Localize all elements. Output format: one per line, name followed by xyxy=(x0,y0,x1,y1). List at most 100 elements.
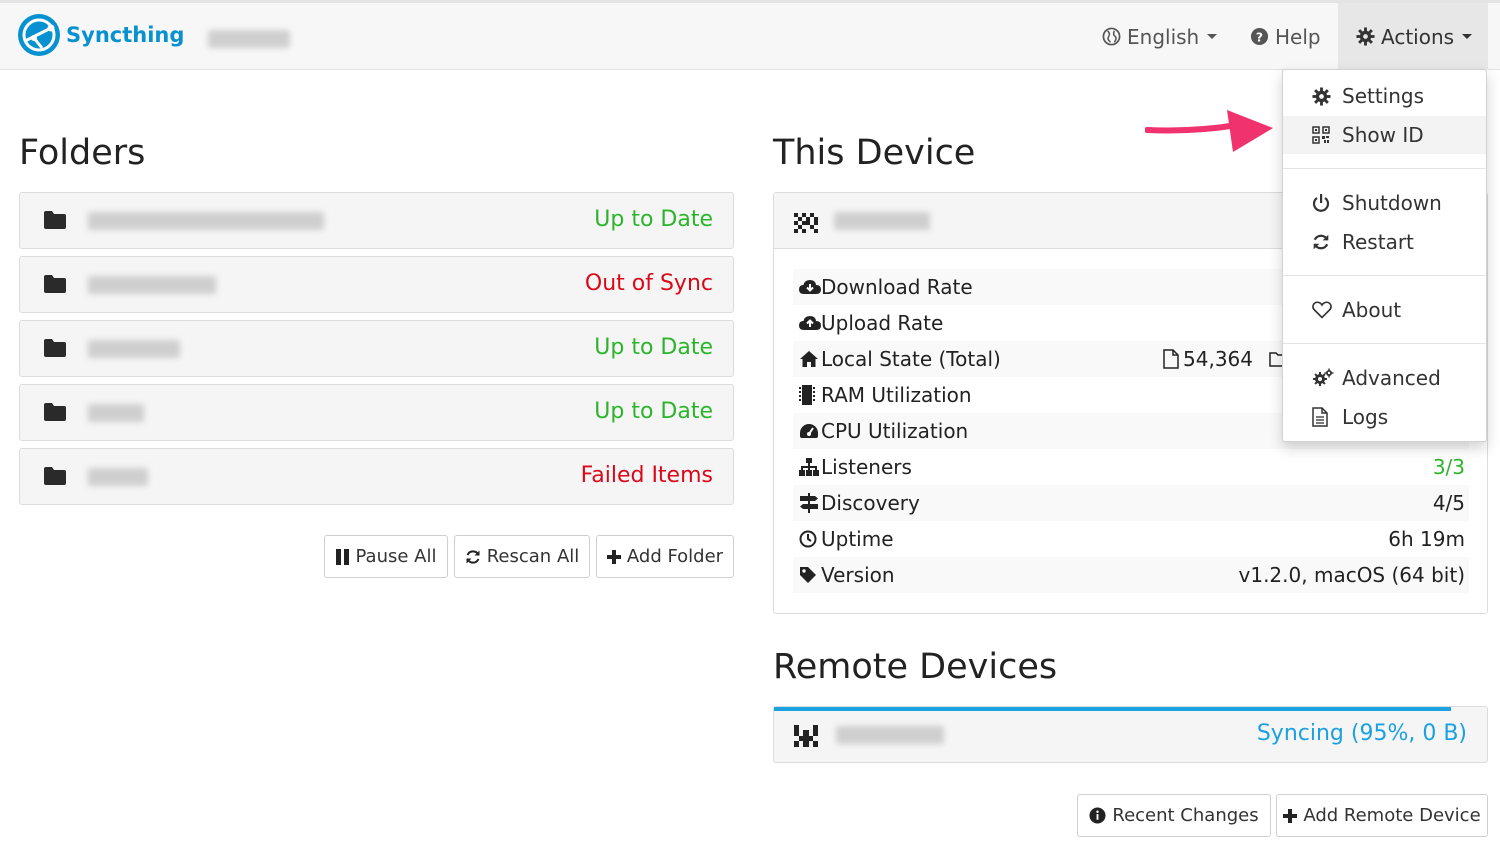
cloud-download-icon xyxy=(793,279,821,295)
stat-label: Download Rate xyxy=(821,275,973,299)
home-icon xyxy=(793,350,821,368)
this-device-title: This Device xyxy=(773,133,976,173)
menu-item-settings[interactable]: Settings xyxy=(1283,77,1486,115)
add-remote-device-button[interactable]: Add Remote Device xyxy=(1276,794,1488,837)
dashboard-icon xyxy=(793,422,821,440)
add-folder-button[interactable]: Add Folder xyxy=(596,535,734,578)
stat-label: RAM Utilization xyxy=(821,383,972,407)
menu-item-label: About xyxy=(1342,298,1402,322)
folders-title: Folders xyxy=(19,133,146,173)
folder-icon xyxy=(44,403,66,425)
folder-status: Failed Items xyxy=(580,463,713,488)
language-menu[interactable]: English xyxy=(1102,3,1218,70)
sitemap-icon xyxy=(793,458,821,476)
chevron-down-icon xyxy=(1207,34,1218,39)
stat-label: Listeners xyxy=(821,455,912,479)
stat-value: 3/3 xyxy=(1432,455,1465,479)
stat-value: 54,364 xyxy=(1183,347,1253,371)
folder-status: Out of Sync xyxy=(584,271,713,296)
device-name-redacted xyxy=(834,212,930,230)
chevron-down-icon xyxy=(1462,34,1473,39)
stat-uptime: Uptime 6h 19m xyxy=(793,521,1469,557)
qrcode-icon xyxy=(1312,126,1342,144)
folder-status: Up to Date xyxy=(594,399,713,424)
actions-menu[interactable]: Actions xyxy=(1338,3,1488,70)
stat-value: 4/5 xyxy=(1432,491,1465,515)
refresh-icon xyxy=(1312,233,1342,251)
remote-device-status: Syncing (95%, 0 B) xyxy=(1256,721,1467,746)
folder-panel[interactable]: Up to Date xyxy=(19,192,734,249)
remote-devices-title: Remote Devices xyxy=(773,647,1058,687)
cloud-upload-icon xyxy=(793,315,821,331)
menu-item-label: Logs xyxy=(1342,405,1389,429)
folder-name-redacted xyxy=(88,468,148,486)
brand-name: Syncthing xyxy=(66,23,185,47)
device-identicon-icon xyxy=(794,725,818,751)
file-icon xyxy=(1163,349,1179,369)
recent-changes-label: Recent Changes xyxy=(1112,805,1259,826)
menu-divider xyxy=(1283,343,1486,344)
file-text-icon xyxy=(1312,407,1342,427)
folder-name-redacted xyxy=(88,276,216,294)
stat-value: 6h 19m xyxy=(1388,527,1465,551)
pause-icon xyxy=(335,548,350,565)
folder-panel[interactable]: Up to Date xyxy=(19,320,734,377)
stat-label: Upload Rate xyxy=(821,311,944,335)
language-label: English xyxy=(1127,24,1200,49)
navbar: Syncthing English ? Help Actions xyxy=(0,0,1500,70)
recent-changes-button[interactable]: Recent Changes xyxy=(1077,794,1271,837)
rescan-all-label: Rescan All xyxy=(486,546,580,567)
signpost-icon xyxy=(793,493,821,513)
menu-item-restart[interactable]: Restart xyxy=(1283,223,1486,261)
annotation-arrow xyxy=(1145,110,1273,152)
stat-discovery: Discovery 4/5 xyxy=(793,485,1469,521)
menu-item-logs[interactable]: Logs xyxy=(1283,398,1486,436)
plus-icon xyxy=(606,549,621,564)
folder-icon xyxy=(44,275,66,297)
gear-icon xyxy=(1312,86,1342,106)
memory-icon xyxy=(793,385,821,405)
menu-divider xyxy=(1283,168,1486,169)
stat-label: Local State (Total) xyxy=(821,347,1001,371)
stat-label: Discovery xyxy=(821,491,920,515)
menu-item-shutdown[interactable]: Shutdown xyxy=(1283,184,1486,222)
clock-icon xyxy=(793,530,821,548)
heart-icon xyxy=(1312,301,1342,319)
question-circle-icon: ? xyxy=(1250,27,1269,46)
help-menu[interactable]: ? Help xyxy=(1250,3,1321,70)
remote-device-panel[interactable]: Syncing (95%, 0 B) xyxy=(773,706,1488,763)
actions-label: Actions xyxy=(1381,24,1455,49)
pause-all-button[interactable]: Pause All xyxy=(324,535,448,578)
menu-item-advanced[interactable]: Advanced xyxy=(1283,359,1486,397)
folder-panel[interactable]: Failed Items xyxy=(19,448,734,505)
info-circle-icon xyxy=(1089,807,1106,824)
folder-icon xyxy=(44,339,66,361)
stat-label: CPU Utilization xyxy=(821,419,969,443)
menu-item-label: Advanced xyxy=(1342,366,1441,390)
add-remote-device-label: Add Remote Device xyxy=(1303,805,1481,826)
add-folder-label: Add Folder xyxy=(626,546,724,567)
gears-icon xyxy=(1312,368,1342,388)
folder-icon xyxy=(44,211,66,233)
plus-icon xyxy=(1283,808,1298,823)
folder-icon xyxy=(44,467,66,489)
stat-version: Version v1.2.0, macOS (64 bit) xyxy=(793,557,1469,593)
menu-item-label: Shutdown xyxy=(1342,191,1442,215)
stat-value: v1.2.0, macOS (64 bit) xyxy=(1238,563,1465,587)
brand[interactable]: Syncthing xyxy=(18,14,184,56)
menu-item-label: Settings xyxy=(1342,84,1425,108)
menu-item-label: Restart xyxy=(1342,230,1414,254)
folder-name-redacted xyxy=(88,340,180,358)
syncthing-logo-icon xyxy=(18,14,60,56)
help-label: Help xyxy=(1275,24,1321,49)
device-identicon-icon xyxy=(794,213,818,237)
folder-panel[interactable]: Out of Sync xyxy=(19,256,734,313)
actions-dropdown: Settings Show ID Shutdown Restart About … xyxy=(1282,69,1487,442)
folder-panel[interactable]: Up to Date xyxy=(19,384,734,441)
menu-item-show-id[interactable]: Show ID xyxy=(1283,116,1486,154)
tag-icon xyxy=(793,566,821,584)
rescan-all-button[interactable]: Rescan All xyxy=(454,535,590,578)
power-icon xyxy=(1312,193,1342,213)
globe-icon xyxy=(1102,27,1121,46)
menu-item-about[interactable]: About xyxy=(1283,291,1486,329)
